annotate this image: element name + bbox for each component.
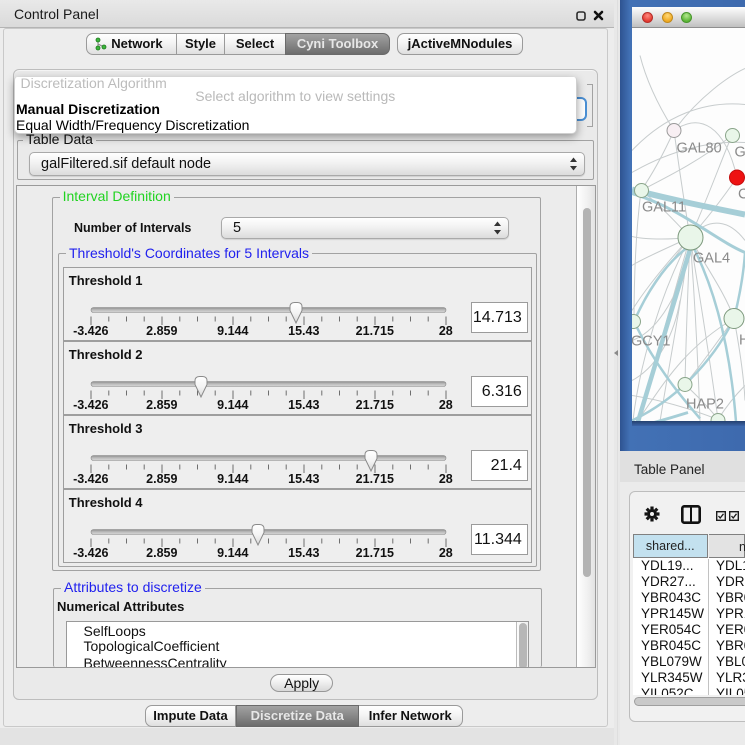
svg-text:GCY1: GCY1 — [632, 333, 671, 349]
svg-text:G...: G... — [735, 144, 745, 160]
svg-text:GAL11: GAL11 — [642, 199, 686, 215]
svg-text:GAL4: GAL4 — [693, 250, 730, 266]
svg-text:H: H — [739, 332, 745, 348]
svg-text:HAP2: HAP2 — [686, 396, 724, 412]
svg-text:C: C — [738, 186, 745, 202]
svg-text:GAL80: GAL80 — [677, 140, 722, 156]
